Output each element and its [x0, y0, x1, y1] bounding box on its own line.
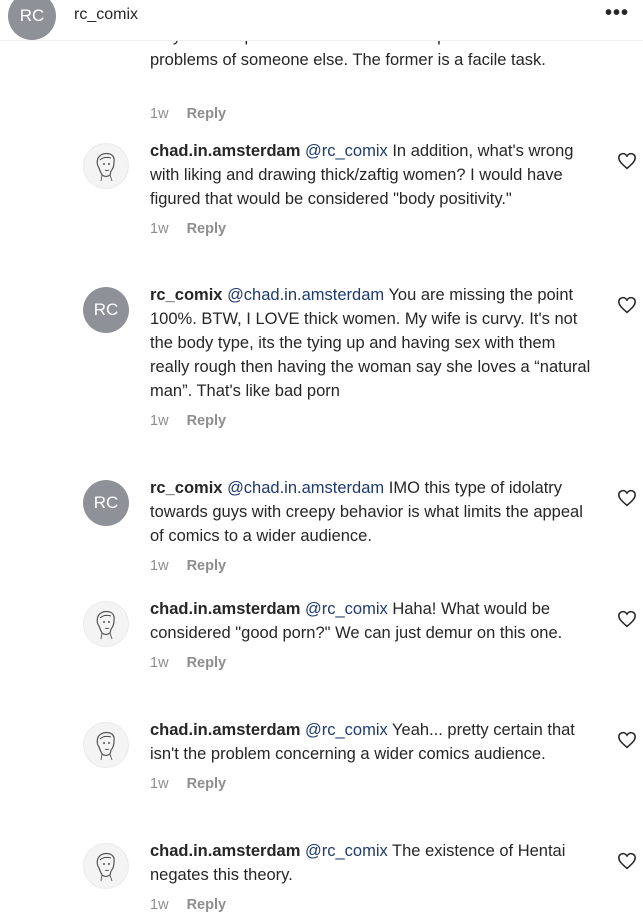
sketch-portrait-icon [96, 852, 115, 882]
comment-time: 1w [150, 413, 169, 429]
like-heart-icon[interactable] [617, 296, 637, 314]
like-heart-icon[interactable] [617, 731, 637, 749]
more-options-icon[interactable]: ••• [605, 2, 629, 25]
sketch-portrait-icon [96, 152, 115, 182]
commenter-username[interactable]: rc_comix [150, 479, 222, 497]
comment-time: 1w [150, 221, 169, 237]
post-author-avatar[interactable]: RC [8, 0, 56, 40]
reply-button[interactable]: Reply [187, 776, 227, 792]
commenter-avatar[interactable] [83, 601, 129, 647]
commenter-username[interactable]: chad.in.amsterdam [150, 721, 300, 739]
comment-time: 1w [150, 776, 169, 792]
sketch-portrait-icon [96, 731, 115, 761]
comment-time: 1w [150, 655, 169, 671]
reply-button[interactable]: Reply [187, 558, 227, 574]
like-heart-icon[interactable] [617, 152, 637, 170]
commenter-username[interactable]: chad.in.amsterdam [150, 600, 300, 618]
mention-link[interactable]: @chad.in.amsterdam [227, 479, 384, 497]
sketch-portrait-icon [96, 610, 115, 640]
mention-link[interactable]: @chad.in.amsterdam [227, 286, 384, 304]
commenter-avatar[interactable] [83, 722, 129, 768]
previous-comment-text: problems of someone else. The former is … [150, 51, 546, 69]
comment-time: 1w [150, 106, 169, 122]
reply-button[interactable]: Reply [187, 106, 227, 122]
mention-link[interactable]: @rc_comix [305, 600, 388, 618]
like-heart-icon[interactable] [617, 852, 637, 870]
post-header: RC rc_comix ••• [0, 0, 643, 41]
mention-link[interactable]: @rc_comix [305, 842, 388, 860]
commenter-avatar[interactable] [83, 843, 129, 889]
commenter-avatar[interactable]: RC [83, 480, 129, 526]
mention-link[interactable]: @rc_comix [305, 721, 388, 739]
like-heart-icon[interactable] [617, 489, 637, 507]
post-author-username[interactable]: rc_comix [74, 6, 138, 24]
reply-button[interactable]: Reply [187, 655, 227, 671]
commenter-username[interactable]: chad.in.amsterdam [150, 142, 300, 160]
reply-button[interactable]: Reply [187, 413, 227, 429]
commenter-avatar[interactable] [83, 143, 129, 189]
previous-comment-text-partial: on your own problems than it takes to sp… [150, 40, 546, 48]
reply-button[interactable]: Reply [187, 221, 227, 237]
commenter-username[interactable]: chad.in.amsterdam [150, 842, 300, 860]
commenter-username[interactable]: rc_comix [150, 286, 222, 304]
comment-time: 1w [150, 897, 169, 913]
mention-link[interactable]: @rc_comix [305, 142, 388, 160]
reply-button[interactable]: Reply [187, 897, 227, 913]
comment-time: 1w [150, 558, 169, 574]
previous-comment: on your own problems than it takes to sp… [150, 40, 610, 126]
like-heart-icon[interactable] [617, 610, 637, 628]
commenter-avatar[interactable]: RC [83, 287, 129, 333]
